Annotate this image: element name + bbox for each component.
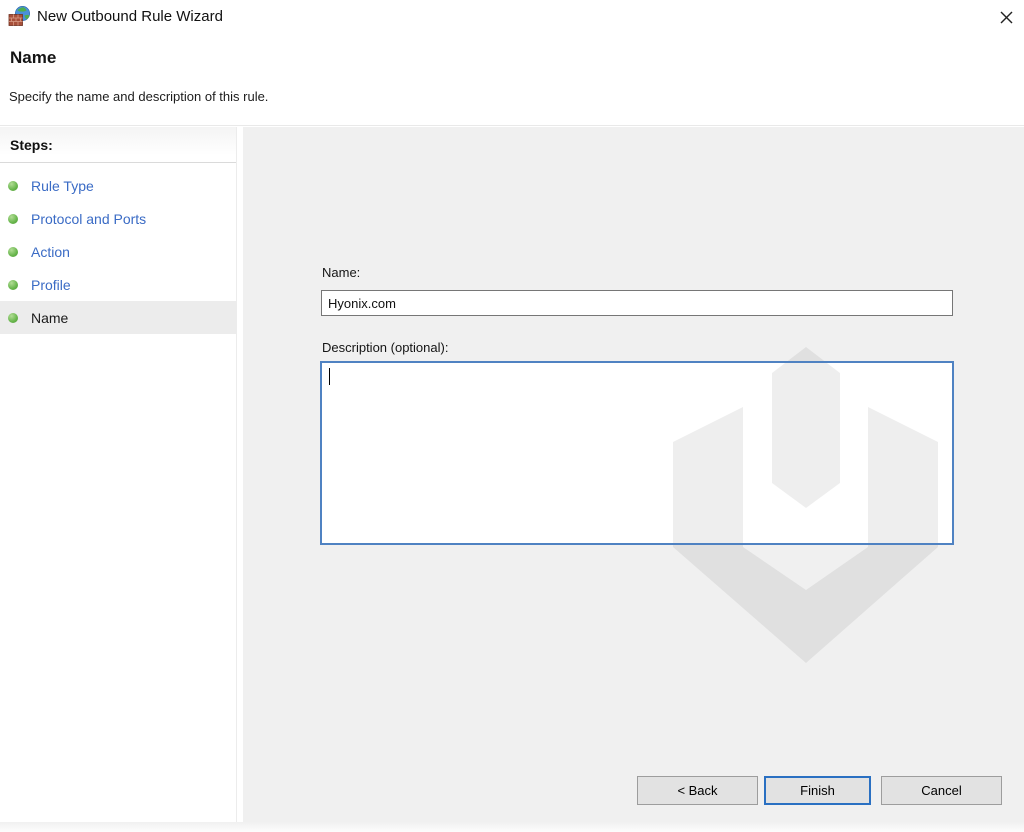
name-input[interactable] [321,290,953,316]
steps-sidebar: Steps: Rule Type Protocol and Ports Acti… [0,127,237,832]
sidebar-item-protocol-and-ports[interactable]: Protocol and Ports [0,202,236,235]
step-label: Protocol and Ports [31,211,146,227]
header-divider [0,125,1024,126]
window-title: New Outbound Rule Wizard [37,8,223,25]
step-label: Action [31,244,70,260]
window-bottom-edge [0,822,1024,832]
step-label: Name [31,310,68,326]
green-dot-icon [8,280,18,290]
sidebar-item-name[interactable]: Name [0,301,236,334]
name-field-label: Name: [322,265,360,280]
sidebar-item-rule-type[interactable]: Rule Type [0,169,236,202]
page-title: Name [10,48,56,68]
green-dot-icon [8,214,18,224]
description-field-label: Description (optional): [322,340,448,355]
green-dot-icon [8,313,18,323]
steps-heading: Steps: [0,127,236,163]
finish-button[interactable]: Finish [764,776,871,805]
firewall-icon [8,5,32,29]
close-button[interactable] [994,5,1018,29]
green-dot-icon [8,181,18,191]
green-dot-icon [8,247,18,257]
close-icon [1000,11,1013,24]
sidebar-item-action[interactable]: Action [0,235,236,268]
wizard-dialog: New Outbound Rule Wizard Name Specify th… [0,0,1024,832]
page-subtitle: Specify the name and description of this… [9,89,268,104]
steps-list: Rule Type Protocol and Ports Action Prof… [0,163,236,334]
text-caret [329,368,330,385]
step-label: Profile [31,277,71,293]
cancel-button[interactable]: Cancel [881,776,1002,805]
sidebar-item-profile[interactable]: Profile [0,268,236,301]
description-textarea[interactable] [320,361,954,545]
back-button[interactable]: < Back [637,776,758,805]
step-label: Rule Type [31,178,94,194]
